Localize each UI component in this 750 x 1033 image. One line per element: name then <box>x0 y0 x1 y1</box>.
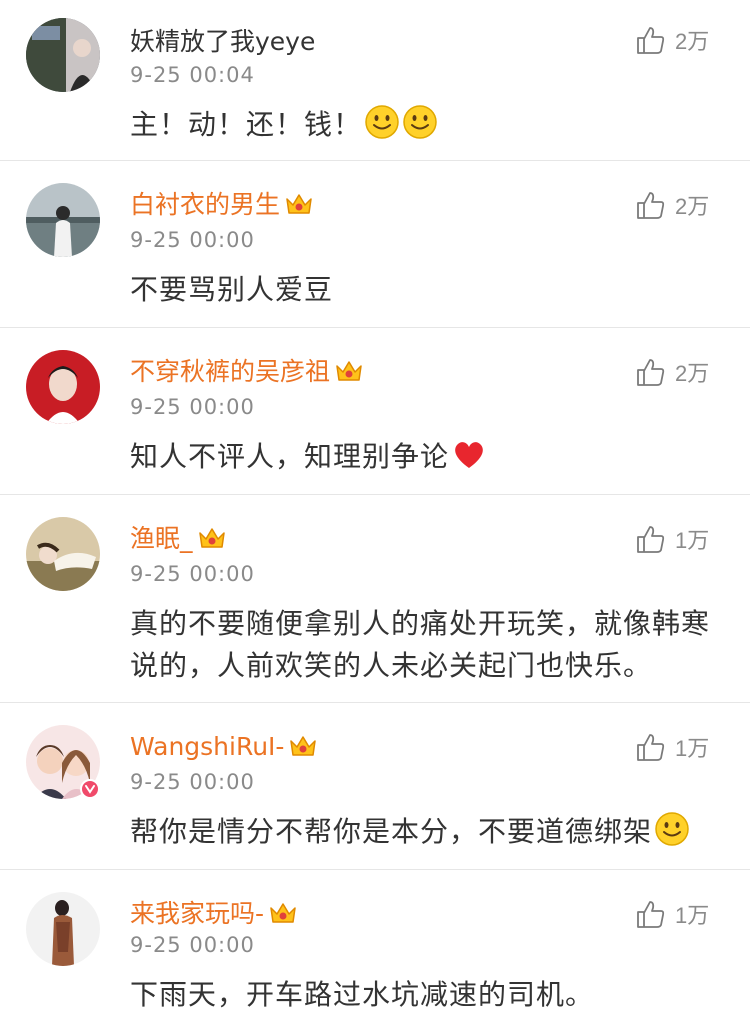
vip-crown-icon <box>290 736 317 756</box>
smile-emoji <box>403 105 437 139</box>
like-button[interactable]: 1万 <box>635 898 709 930</box>
comment-item: 白衬衣的男生 9-25 00:00 不要骂别人爱豆 2万 <box>0 161 750 327</box>
comment-text: 真的不要随便拿别人的痛处开玩笑，就像韩寒说的，人前欢笑的人未必关起门也快乐。 <box>130 607 711 682</box>
timestamp: 9-25 00:00 <box>130 933 255 957</box>
thumbs-up-icon <box>637 734 665 761</box>
smile-emoji <box>655 812 689 846</box>
comment-item: 来我家玩吗- 9-25 00:00 下雨天，开车路过水坑减速的司机。 1万 <box>0 870 750 1033</box>
timestamp: 9-25 00:00 <box>130 562 255 586</box>
timestamp: 9-25 00:04 <box>130 63 255 87</box>
timestamp: 9-25 00:00 <box>130 395 255 419</box>
username[interactable]: 不穿秋裤的吴彦祖 <box>130 356 364 388</box>
timestamp: 9-25 00:00 <box>130 770 255 794</box>
vip-crown-icon <box>198 528 225 548</box>
avatar-photo <box>26 183 100 257</box>
like-count: 1万 <box>675 903 710 928</box>
username[interactable]: 白衬衣的男生 <box>130 189 314 221</box>
like-count: 2万 <box>675 29 710 54</box>
like-count: 2万 <box>675 361 710 386</box>
like-button[interactable]: 1万 <box>635 523 709 555</box>
comment-item: 妖精放了我yeye 9-25 00:04 主！动！还！钱！ 2万 <box>0 0 750 160</box>
vip-crown-icon <box>336 361 362 381</box>
comment-text: 帮你是情分不帮你是本分，不要道德绑架 <box>130 811 720 853</box>
comment-item: 不穿秋裤的吴彦祖 9-25 00:00 知人不评人，知理别争论 2万 <box>0 328 750 494</box>
comment-text: 知人不评人，知理别争论 <box>130 436 720 478</box>
comment-item: 渔眠_ 9-25 00:00 真的不要随便拿别人的痛处开玩笑，就像韩寒说的，人前… <box>0 495 750 702</box>
username[interactable]: WangshiRuI- <box>130 731 318 763</box>
username[interactable]: 妖精放了我yeye <box>130 26 315 58</box>
avatar-photo <box>26 517 100 591</box>
heart-emoji <box>455 442 483 468</box>
avatar-photo <box>26 350 100 424</box>
like-count: 2万 <box>675 194 710 219</box>
like-button[interactable]: 1万 <box>635 731 709 763</box>
avatar[interactable] <box>26 183 100 257</box>
timestamp: 9-25 00:00 <box>130 228 255 252</box>
like-button[interactable]: 2万 <box>635 24 709 56</box>
verified-badge-icon <box>80 779 100 799</box>
avatar[interactable] <box>26 517 100 591</box>
thumbs-up-icon <box>637 27 665 54</box>
username[interactable]: 来我家玩吗- <box>130 898 298 930</box>
like-count: 1万 <box>675 528 710 553</box>
vip-crown-icon <box>270 903 296 923</box>
thumbs-up-icon <box>637 901 665 928</box>
like-button[interactable]: 2万 <box>635 356 709 388</box>
comment-text: 下雨天，开车路过水坑减速的司机。 <box>130 978 595 1011</box>
comment-text: 不要骂别人爱豆 <box>130 273 334 306</box>
like-button[interactable]: 2万 <box>635 189 709 221</box>
smile-emoji <box>365 105 399 139</box>
thumbs-up-icon <box>637 526 665 553</box>
avatar-photo <box>26 892 100 966</box>
avatar-photo <box>26 18 100 92</box>
vip-crown-icon <box>286 194 312 214</box>
thumbs-up-icon <box>637 192 665 219</box>
avatar[interactable] <box>26 350 100 424</box>
comment-text: 主！动！还！钱！ <box>130 104 720 146</box>
avatar[interactable] <box>26 18 100 92</box>
thumbs-up-icon <box>637 359 665 386</box>
like-count: 1万 <box>675 736 710 761</box>
username[interactable]: 渔眠_ <box>130 523 227 555</box>
avatar[interactable] <box>26 892 100 966</box>
comment-item: WangshiRuI- 9-25 00:00 帮你是情分不帮你是本分，不要道德绑… <box>0 703 750 869</box>
comment-feed: 妖精放了我yeye 9-25 00:04 主！动！还！钱！ 2万 白衬衣的男生 … <box>0 0 750 1033</box>
